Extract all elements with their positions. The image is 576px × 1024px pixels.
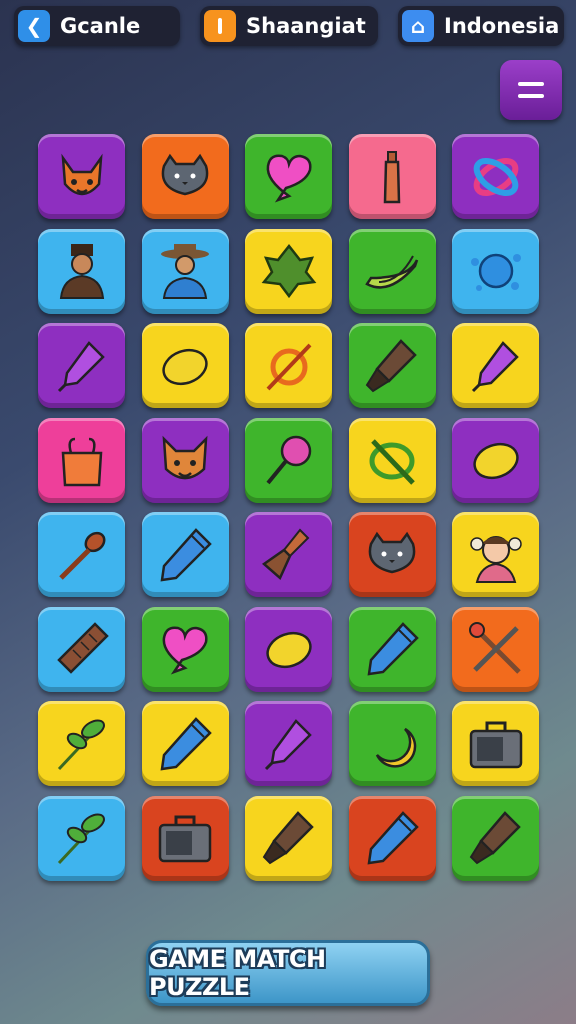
lemon-icon [265,631,312,669]
pen-icon [160,716,212,770]
tile[interactable] [348,606,436,692]
tile[interactable] [245,417,332,503]
tile[interactable] [245,134,332,219]
menu-icon [518,82,544,86]
tile[interactable] [348,134,436,219]
brush-icon [262,811,314,865]
heart-icon [266,153,312,202]
tile[interactable] [245,323,332,408]
tile[interactable] [452,134,539,219]
marker-icon [264,718,312,770]
tile[interactable] [245,228,332,314]
cat-icon [161,153,209,195]
tile[interactable] [452,228,539,314]
spoon-icon [58,531,105,580]
bar-icon [204,10,236,42]
brush-icon [365,338,417,392]
menu-button[interactable] [500,60,562,120]
tile[interactable] [141,795,229,881]
fox-icon [60,153,103,195]
region-label: Indonesia [444,14,560,38]
level-badge[interactable]: Shaangiat [200,6,378,46]
back-label: Gcanle [60,14,141,38]
marker-icon [471,340,519,392]
tile-grid [38,134,539,881]
tile[interactable] [245,606,332,692]
tile[interactable] [141,323,229,408]
tile[interactable] [452,512,539,597]
tile[interactable] [38,323,125,408]
marker-icon [57,340,105,392]
tile[interactable] [348,323,436,408]
broom-icon [261,528,309,580]
tile[interactable] [348,701,436,786]
stick-icon [56,622,109,674]
tile[interactable] [38,417,125,503]
pen-icon [160,527,212,581]
top-bar: ❮ Gcanle Shaangiat ⌂ Indonesia [0,6,576,50]
ring-slash-icon [369,439,415,485]
brush-icon [469,811,521,865]
back-arrow-icon: ❮ [18,10,50,42]
tile[interactable] [38,606,125,692]
case-icon [469,721,522,768]
heart-icon [162,626,208,675]
tile[interactable] [38,701,125,786]
bottle-icon [383,150,401,203]
tile[interactable] [141,228,229,314]
cowboy-icon [161,244,209,299]
lemon-icon [472,442,519,480]
rings-icon [473,157,518,196]
tile[interactable] [245,512,332,597]
tile[interactable] [38,228,125,314]
tile[interactable] [452,701,539,786]
girl-icon [469,535,522,583]
tile[interactable] [452,323,539,408]
herb-icon [57,718,105,770]
man-hat-icon [59,244,104,299]
case-icon [158,815,212,863]
pen-icon [367,622,419,676]
tile[interactable] [245,795,332,881]
back-button[interactable]: ❮ Gcanle [14,6,180,46]
tile[interactable] [348,795,436,881]
tile[interactable] [38,512,125,597]
tile[interactable] [452,795,539,881]
crossed-tools-icon [468,622,521,674]
tile[interactable] [38,134,125,219]
game-match-puzzle-label: GAME MATCH PUZZLE [149,945,326,1001]
tile[interactable] [141,701,229,786]
pen-icon [367,811,419,865]
tile[interactable] [452,606,539,692]
tile[interactable] [245,701,332,786]
tile[interactable] [348,417,436,503]
artichoke-icon [261,243,316,299]
tile[interactable] [452,417,539,503]
tile[interactable] [141,512,229,597]
tile[interactable] [348,228,436,314]
pin-icon [265,435,311,485]
lemon-icon [162,348,208,385]
splat-icon [470,253,521,291]
tile[interactable] [141,417,229,503]
banana-icon [365,255,419,289]
tile[interactable] [141,134,229,219]
tile[interactable] [38,795,125,881]
moon-icon [375,727,417,768]
herb-icon [57,813,105,865]
tile[interactable] [348,512,436,597]
bag-icon [61,437,102,487]
cat-icon [368,531,416,573]
dog-icon [162,435,208,480]
pin-ring-icon [266,343,311,390]
region-button[interactable]: ⌂ Indonesia [398,6,564,46]
level-label: Shaangiat [246,14,366,38]
tile[interactable] [141,606,229,692]
home-icon: ⌂ [402,10,434,42]
game-match-puzzle-button[interactable]: GAME MATCH PUZZLE [146,940,430,1006]
